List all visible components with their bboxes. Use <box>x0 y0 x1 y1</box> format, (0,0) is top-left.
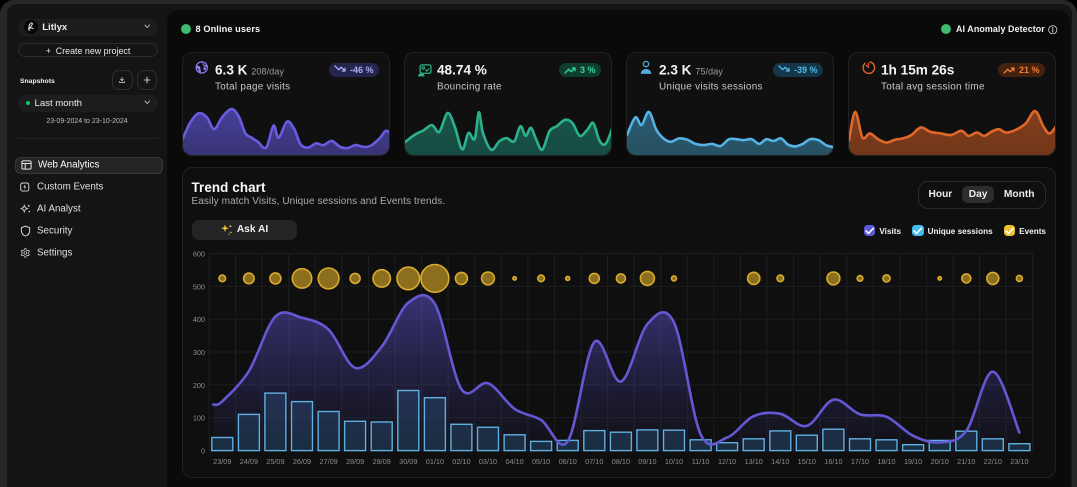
svg-text:29/09: 29/09 <box>373 457 391 466</box>
svg-text:17/10: 17/10 <box>851 457 869 466</box>
svg-text:09/10: 09/10 <box>638 457 656 466</box>
svg-text:08/10: 08/10 <box>612 457 630 466</box>
svg-text:10/10: 10/10 <box>665 457 683 466</box>
svg-text:04/10: 04/10 <box>505 457 523 466</box>
svg-text:15/10: 15/10 <box>798 457 816 466</box>
svg-text:200: 200 <box>193 381 205 390</box>
svg-text:01/10: 01/10 <box>426 457 444 466</box>
svg-text:02/10: 02/10 <box>452 457 470 466</box>
svg-text:16/10: 16/10 <box>824 457 842 466</box>
svg-text:23/10: 23/10 <box>1010 457 1028 466</box>
svg-text:12/10: 12/10 <box>718 457 736 466</box>
svg-text:05/10: 05/10 <box>532 457 550 466</box>
svg-text:06/10: 06/10 <box>559 457 577 466</box>
svg-text:11/10: 11/10 <box>692 457 710 466</box>
svg-text:100: 100 <box>193 414 205 423</box>
svg-text:400: 400 <box>193 315 205 324</box>
svg-text:30/09: 30/09 <box>399 457 417 466</box>
svg-text:13/10: 13/10 <box>745 457 763 466</box>
svg-text:27/09: 27/09 <box>319 457 337 466</box>
svg-text:28/09: 28/09 <box>346 457 364 466</box>
svg-text:300: 300 <box>193 348 205 357</box>
svg-text:20/10: 20/10 <box>931 457 949 466</box>
svg-text:03/10: 03/10 <box>479 457 497 466</box>
svg-text:14/10: 14/10 <box>771 457 789 466</box>
svg-text:07/10: 07/10 <box>585 457 603 466</box>
svg-text:600: 600 <box>193 249 205 258</box>
svg-text:25/09: 25/09 <box>266 457 284 466</box>
svg-text:22/10: 22/10 <box>984 457 1002 466</box>
svg-text:23/09: 23/09 <box>213 457 231 466</box>
svg-text:500: 500 <box>193 282 205 291</box>
svg-text:0: 0 <box>201 447 205 456</box>
svg-text:24/09: 24/09 <box>240 457 258 466</box>
svg-text:21/10: 21/10 <box>957 457 975 466</box>
svg-text:26/09: 26/09 <box>293 457 311 466</box>
svg-text:19/10: 19/10 <box>904 457 922 466</box>
svg-text:18/10: 18/10 <box>877 457 895 466</box>
